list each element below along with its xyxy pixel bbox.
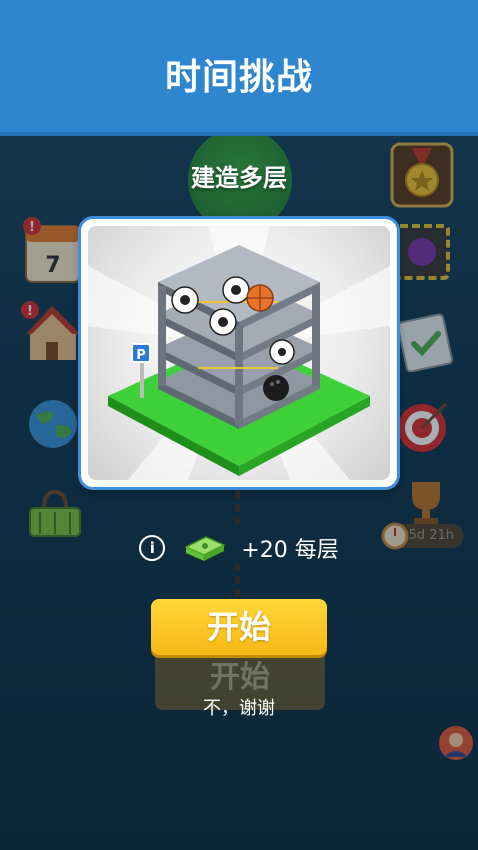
- page-title: 时间挑战: [164, 57, 313, 98]
- reward-row: i +20 每层: [0, 532, 478, 568]
- info-icon[interactable]: i: [139, 535, 166, 561]
- header-bar: 时间挑战: [0, 0, 478, 132]
- svg-text:P: P: [136, 348, 146, 363]
- challenge-card: P: [81, 219, 397, 487]
- card-illustration: P: [88, 226, 390, 480]
- reward-amount: +20 每层: [241, 538, 339, 563]
- start-button-ghost-label: 开始: [210, 660, 270, 695]
- start-button[interactable]: 开始: [151, 599, 327, 655]
- no-thanks-link[interactable]: 不，谢谢: [0, 694, 478, 720]
- bowling-ball: [263, 375, 289, 401]
- cash-stack-icon: [184, 536, 227, 561]
- challenge-label: 建造多层: [191, 164, 287, 192]
- parking-garage-illustration: P: [88, 226, 390, 480]
